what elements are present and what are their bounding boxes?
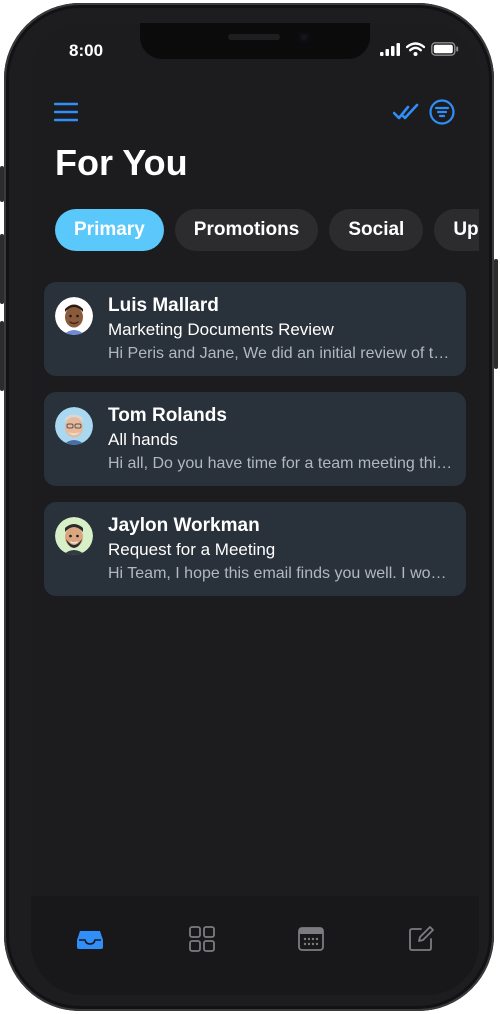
signal-icon xyxy=(380,42,400,56)
compose-icon xyxy=(409,926,434,951)
email-preview: Hi all, Do you have time for a team meet… xyxy=(108,455,453,472)
nav-compose[interactable] xyxy=(406,924,436,954)
calendar-icon xyxy=(298,927,324,951)
email-text: Tom Rolands All hands Hi all, Do you hav… xyxy=(108,404,453,476)
notch xyxy=(140,23,370,59)
category-tabs: Primary Promotions Social Up xyxy=(55,209,479,251)
status-icons xyxy=(380,42,459,56)
tab-social[interactable]: Social xyxy=(329,209,424,251)
hamburger-menu-icon xyxy=(53,102,79,122)
memoji-avatar-icon xyxy=(55,517,93,555)
tab-primary[interactable]: Primary xyxy=(55,209,164,251)
nav-apps[interactable] xyxy=(187,924,217,954)
email-subject: Marketing Documents Review xyxy=(108,320,334,339)
filter-circle-icon xyxy=(429,99,455,125)
inbox-tray-icon xyxy=(77,931,103,949)
nav-calendar[interactable] xyxy=(296,924,326,954)
email-item-tom-rolands[interactable]: Tom Rolands All hands Hi all, Do you hav… xyxy=(44,392,466,486)
email-text: Luis Mallard Marketing Documents Review … xyxy=(108,294,453,366)
status-time: 8:00 xyxy=(69,41,104,60)
email-subject: Request for a Meeting xyxy=(108,540,276,559)
filter-button[interactable] xyxy=(429,99,455,125)
grid-apps-icon xyxy=(189,926,215,952)
bottom-tab-bar xyxy=(31,896,479,995)
menu-button[interactable] xyxy=(53,100,79,124)
email-preview: Hi Peris and Jane, We did an initial rev… xyxy=(108,345,453,362)
phone-frame: 8:00 For You Primary Promotions Social U… xyxy=(0,3,498,1011)
mark-all-read-button[interactable] xyxy=(392,100,419,124)
email-sender: Luis Mallard xyxy=(108,295,219,316)
wifi-icon xyxy=(406,42,425,56)
screen: 8:00 For You Primary Promotions Social U… xyxy=(31,23,479,995)
memoji-avatar-icon xyxy=(55,407,93,445)
email-preview: Hi Team, I hope this email finds you wel… xyxy=(108,565,453,582)
email-list: Luis Mallard Marketing Documents Review … xyxy=(44,282,466,612)
volume-up-button xyxy=(0,234,4,304)
tab-updates[interactable]: Up xyxy=(434,209,479,251)
tab-promotions[interactable]: Promotions xyxy=(174,209,319,251)
memoji-avatar-icon xyxy=(55,297,93,335)
email-sender: Tom Rolands xyxy=(108,405,227,426)
battery-icon xyxy=(431,42,459,56)
front-camera xyxy=(298,31,310,43)
email-item-jaylon-workman[interactable]: Jaylon Workman Request for a Meeting Hi … xyxy=(44,502,466,596)
email-sender: Jaylon Workman xyxy=(108,515,260,536)
double-check-icon xyxy=(392,103,419,120)
page-title: For You xyxy=(55,142,188,183)
top-bar xyxy=(31,97,479,127)
email-item-luis-mallard[interactable]: Luis Mallard Marketing Documents Review … xyxy=(44,282,466,376)
speaker-grille xyxy=(228,34,280,40)
power-button xyxy=(494,259,498,369)
email-text: Jaylon Workman Request for a Meeting Hi … xyxy=(108,514,453,586)
silent-switch xyxy=(0,166,4,202)
volume-down-button xyxy=(0,321,4,391)
email-subject: All hands xyxy=(108,430,178,449)
nav-inbox[interactable] xyxy=(75,924,105,954)
